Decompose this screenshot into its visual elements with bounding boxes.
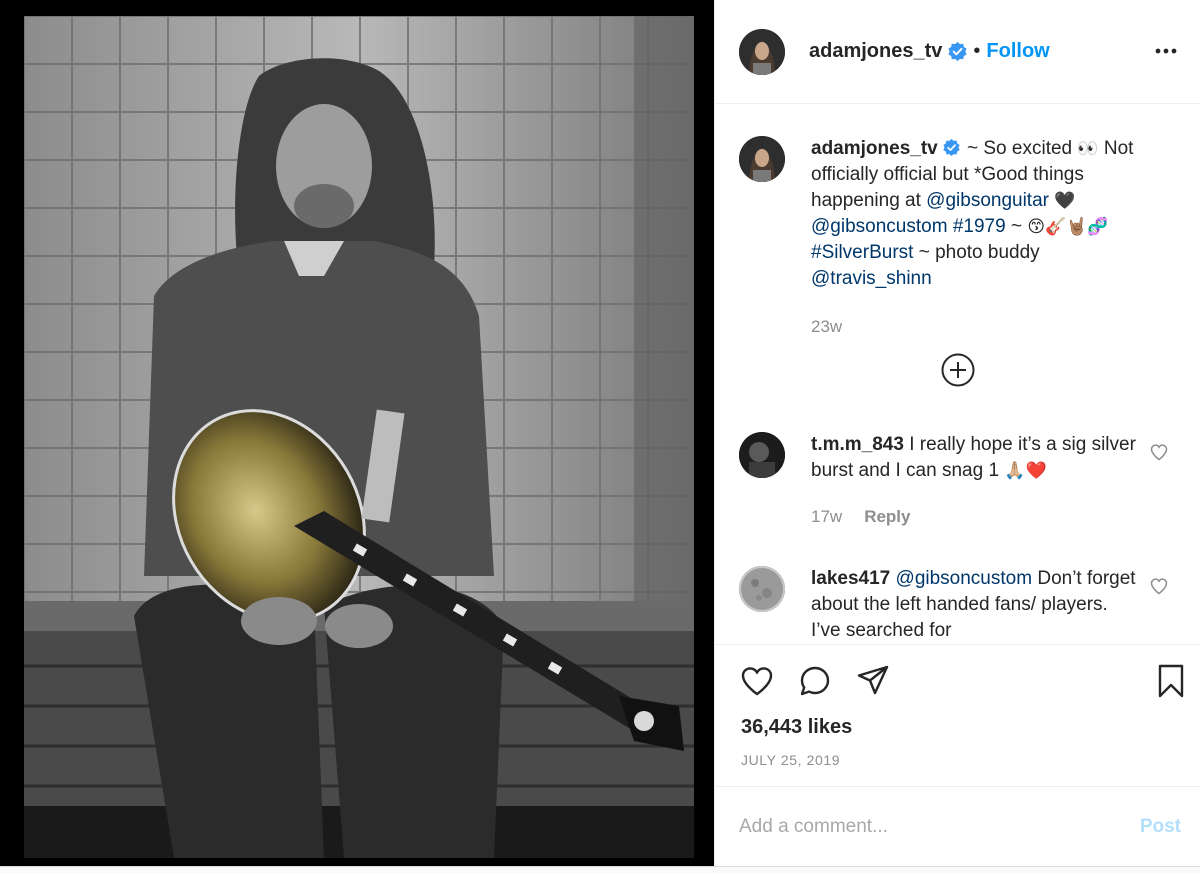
- comment-body: t.m.m_843 I really hope it’s a sig silve…: [811, 432, 1141, 530]
- post-header: adamjones_tv • Follow: [715, 0, 1200, 104]
- add-comment-bar: Post: [715, 786, 1200, 866]
- separator-dot: •: [973, 40, 981, 62]
- post-details-panel: adamjones_tv • Follow adamjones_tv ~ So …: [714, 0, 1200, 866]
- avatar-image: [739, 566, 785, 612]
- caption-link[interactable]: @gibsonguitar: [926, 190, 1049, 211]
- comments-list[interactable]: adamjones_tv ~ So excited 👀 Not official…: [715, 104, 1200, 645]
- caption-emoji: 🖤: [1048, 191, 1076, 211]
- page-bottom-edge: [0, 866, 1200, 873]
- comment-item: lakes417 @gibsoncustom Don’t forget abou…: [739, 566, 1179, 644]
- caption-link[interactable]: #SilverBurst: [811, 242, 913, 263]
- caption-link[interactable]: @gibsoncustom: [811, 216, 948, 237]
- comment-emoji: 🙏🏼❤️: [1004, 461, 1047, 481]
- likes-count[interactable]: 36,443 likes: [741, 716, 852, 739]
- heart-icon[interactable]: [1149, 442, 1169, 462]
- post-date[interactable]: JULY 25, 2019: [741, 752, 840, 768]
- comment-mention[interactable]: @gibsoncustom: [896, 568, 1033, 589]
- caption-text-segment: ~: [1005, 216, 1028, 237]
- post-photo[interactable]: [24, 16, 694, 858]
- comment-input[interactable]: [739, 813, 1099, 841]
- verified-badge-icon: [943, 139, 960, 156]
- author-avatar[interactable]: [739, 28, 785, 75]
- avatar-image: [739, 28, 785, 75]
- caption-username[interactable]: adamjones_tv: [811, 138, 938, 159]
- action-bar: [739, 663, 1187, 705]
- comment-username[interactable]: lakes417: [811, 568, 890, 589]
- bookmark-icon[interactable]: [1153, 663, 1189, 699]
- more-options-icon[interactable]: [1153, 38, 1179, 64]
- caption-text: ~ So excited 👀 Not officially official b…: [811, 138, 1133, 289]
- caption: adamjones_tv ~ So excited 👀 Not official…: [739, 136, 1179, 340]
- verified-badge-icon: [948, 42, 968, 61]
- commenter-avatar[interactable]: [739, 432, 785, 478]
- caption-emoji: 😙🎸🤘🏽🧬: [1027, 217, 1109, 237]
- guitarist-photo-illustration: [24, 16, 694, 858]
- post-media: [0, 0, 714, 866]
- comment-item: t.m.m_843 I really hope it’s a sig silve…: [739, 432, 1179, 530]
- heart-icon[interactable]: [1149, 576, 1169, 596]
- comment-body: lakes417 @gibsoncustom Don’t forget abou…: [811, 566, 1141, 644]
- avatar-image: [739, 136, 785, 182]
- post-comment-button[interactable]: Post: [1140, 816, 1181, 838]
- avatar-image: [739, 432, 785, 478]
- caption-link[interactable]: @travis_shinn: [811, 268, 932, 289]
- caption-text-segment: ~ photo buddy: [913, 242, 1040, 263]
- caption-text-segment: ~ So excited: [961, 138, 1078, 159]
- caption-emoji: 👀: [1077, 139, 1099, 159]
- comment-timestamp[interactable]: 17w: [811, 507, 842, 526]
- caption-author-avatar[interactable]: [739, 136, 785, 182]
- comment-icon[interactable]: [797, 663, 833, 699]
- commenter-avatar[interactable]: [739, 566, 785, 612]
- author-username[interactable]: adamjones_tv: [809, 40, 942, 63]
- comment-meta: 17w Reply: [811, 504, 1141, 530]
- caption-link[interactable]: #1979: [953, 216, 1006, 237]
- reply-button[interactable]: Reply: [864, 507, 910, 526]
- caption-body: adamjones_tv ~ So excited 👀 Not official…: [811, 136, 1161, 340]
- caption-timestamp[interactable]: 23w: [811, 314, 1161, 340]
- plus-circle-icon[interactable]: [941, 353, 975, 387]
- share-icon[interactable]: [855, 663, 891, 699]
- follow-button[interactable]: Follow: [986, 40, 1049, 63]
- comment-username[interactable]: t.m.m_843: [811, 434, 904, 455]
- heart-icon[interactable]: [739, 663, 775, 699]
